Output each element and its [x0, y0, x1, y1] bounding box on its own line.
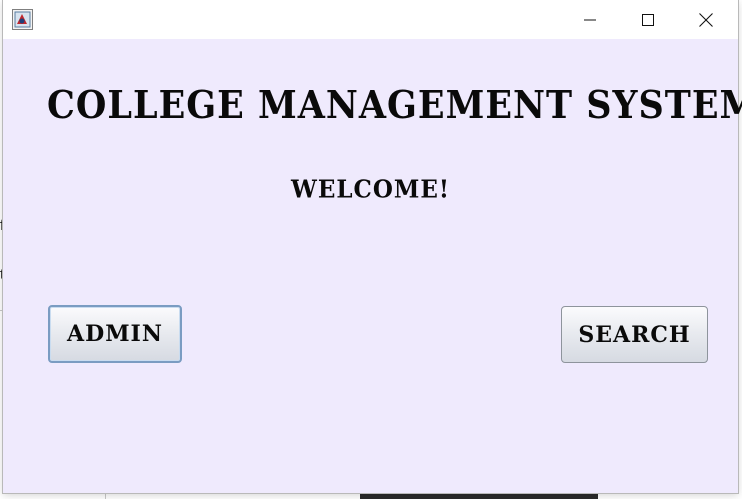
java-app-icon[interactable] [12, 9, 33, 30]
welcome-message: WELCOME! [291, 175, 450, 204]
search-button-label: SEARCH [578, 321, 691, 348]
close-button[interactable] [677, 0, 735, 39]
minimize-icon [584, 19, 596, 20]
app-window: COLLEGE MANAGEMENT SYSTEM WELCOME! ADMIN… [3, 0, 742, 493]
search-button[interactable]: SEARCH [561, 306, 708, 363]
maximize-icon [642, 13, 654, 26]
window-content: COLLEGE MANAGEMENT SYSTEM WELCOME! ADMIN… [3, 39, 742, 493]
admin-button-label: ADMIN [67, 321, 163, 347]
minimize-button[interactable] [561, 0, 619, 39]
maximize-button[interactable] [619, 0, 677, 39]
page-title: COLLEGE MANAGEMENT SYSTEM [47, 82, 742, 128]
admin-button[interactable]: ADMIN [48, 305, 182, 363]
title-bar[interactable] [3, 0, 738, 39]
close-icon [699, 12, 713, 27]
